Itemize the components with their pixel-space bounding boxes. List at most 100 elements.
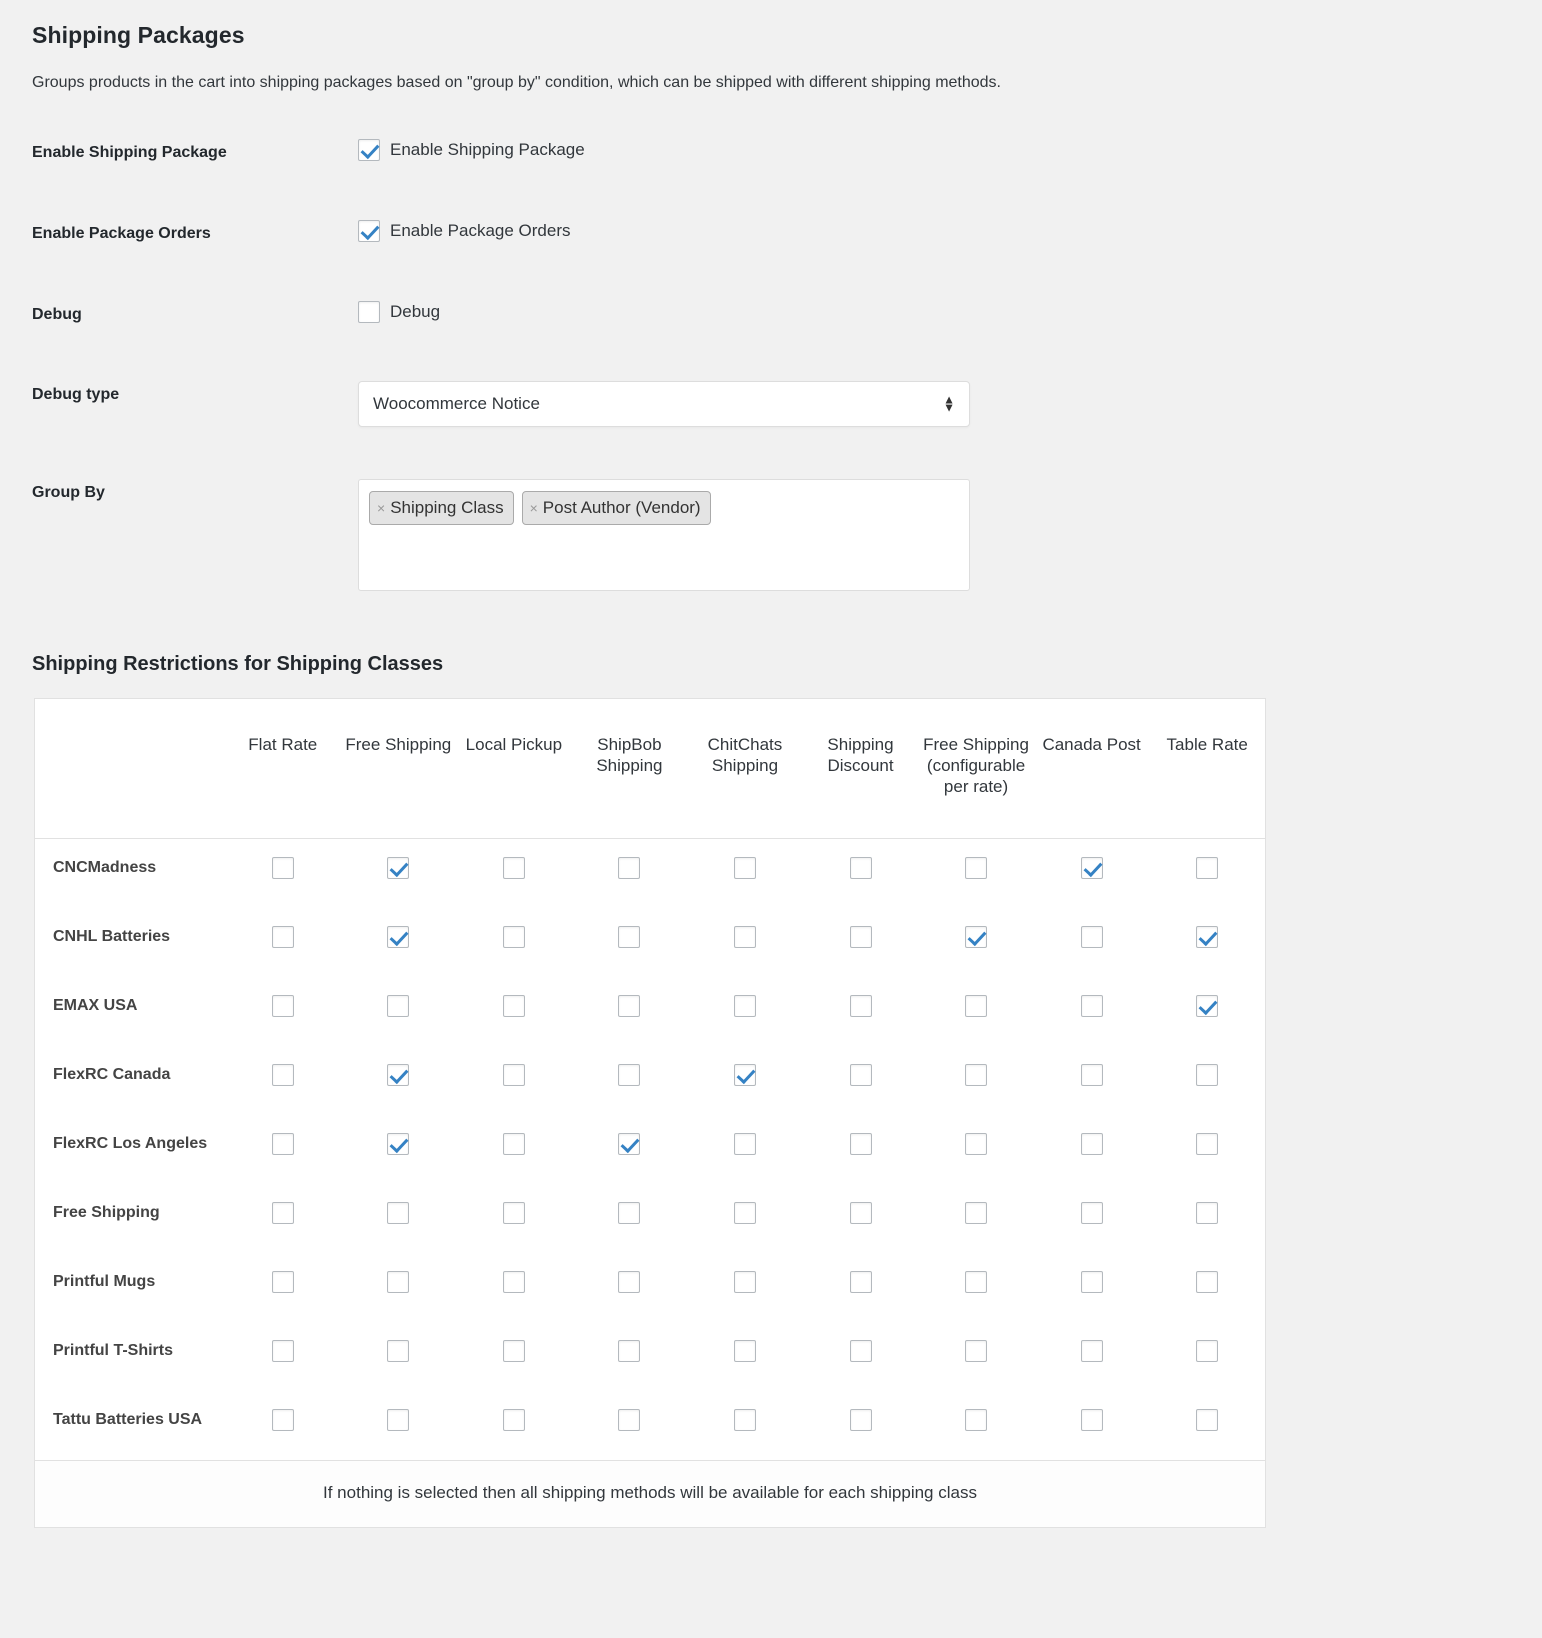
restriction-cell[interactable] <box>456 1184 572 1253</box>
restriction-cell[interactable] <box>341 1046 457 1115</box>
enable-package-orders-control[interactable]: Enable Package Orders <box>358 220 1460 242</box>
restriction-cell[interactable] <box>456 1046 572 1115</box>
restriction-checkbox[interactable] <box>850 995 872 1017</box>
restriction-cell[interactable] <box>918 1115 1034 1184</box>
restriction-checkbox[interactable] <box>734 1064 756 1086</box>
restriction-checkbox[interactable] <box>965 1133 987 1155</box>
restriction-checkbox[interactable] <box>387 1064 409 1086</box>
restriction-cell[interactable] <box>918 1391 1034 1460</box>
restriction-checkbox[interactable] <box>965 1064 987 1086</box>
restriction-cell[interactable] <box>341 908 457 977</box>
restriction-checkbox[interactable] <box>503 1409 525 1431</box>
restriction-cell[interactable] <box>1149 1253 1265 1322</box>
restriction-checkbox[interactable] <box>850 1202 872 1224</box>
restriction-cell[interactable] <box>918 1322 1034 1391</box>
restriction-cell[interactable] <box>1034 838 1150 908</box>
restriction-checkbox[interactable] <box>503 1271 525 1293</box>
restriction-cell[interactable] <box>687 1184 803 1253</box>
restriction-cell[interactable] <box>1034 1322 1150 1391</box>
restriction-cell[interactable] <box>456 1115 572 1184</box>
restriction-cell[interactable] <box>225 1253 341 1322</box>
restriction-checkbox[interactable] <box>387 926 409 948</box>
restriction-checkbox[interactable] <box>503 1133 525 1155</box>
restriction-checkbox[interactable] <box>850 1064 872 1086</box>
restriction-cell[interactable] <box>341 1253 457 1322</box>
restriction-cell[interactable] <box>1034 1184 1150 1253</box>
restriction-cell[interactable] <box>918 1046 1034 1115</box>
restriction-checkbox[interactable] <box>1196 1340 1218 1362</box>
restriction-checkbox[interactable] <box>965 1409 987 1431</box>
restriction-cell[interactable] <box>341 1391 457 1460</box>
restriction-cell[interactable] <box>1149 1322 1265 1391</box>
restriction-checkbox[interactable] <box>387 1409 409 1431</box>
restriction-checkbox[interactable] <box>1196 1133 1218 1155</box>
restriction-cell[interactable] <box>687 1115 803 1184</box>
restriction-checkbox[interactable] <box>503 857 525 879</box>
restriction-checkbox[interactable] <box>734 1271 756 1293</box>
restriction-checkbox[interactable] <box>503 1202 525 1224</box>
enable-package-orders-checkbox[interactable] <box>358 220 380 242</box>
restriction-cell[interactable] <box>572 1115 688 1184</box>
restriction-checkbox[interactable] <box>965 857 987 879</box>
restriction-cell[interactable] <box>687 1046 803 1115</box>
restriction-checkbox[interactable] <box>272 995 294 1017</box>
restriction-cell[interactable] <box>687 977 803 1046</box>
restriction-checkbox[interactable] <box>387 1340 409 1362</box>
restriction-checkbox[interactable] <box>272 1064 294 1086</box>
group-by-tag[interactable]: × Post Author (Vendor) <box>522 491 711 525</box>
restriction-checkbox[interactable] <box>272 1202 294 1224</box>
restriction-cell[interactable] <box>225 908 341 977</box>
restriction-cell[interactable] <box>803 838 919 908</box>
restriction-checkbox[interactable] <box>387 995 409 1017</box>
restriction-checkbox[interactable] <box>618 1064 640 1086</box>
restriction-cell[interactable] <box>572 1184 688 1253</box>
restriction-checkbox[interactable] <box>272 1340 294 1362</box>
restriction-cell[interactable] <box>803 1184 919 1253</box>
restriction-checkbox[interactable] <box>618 1340 640 1362</box>
debug-checkbox[interactable] <box>358 301 380 323</box>
restriction-cell[interactable] <box>572 977 688 1046</box>
restriction-checkbox[interactable] <box>618 1202 640 1224</box>
restriction-cell[interactable] <box>456 838 572 908</box>
restriction-checkbox[interactable] <box>272 857 294 879</box>
restriction-checkbox[interactable] <box>1081 1409 1103 1431</box>
restriction-cell[interactable] <box>1149 1115 1265 1184</box>
restriction-checkbox[interactable] <box>965 1340 987 1362</box>
restriction-cell[interactable] <box>1034 977 1150 1046</box>
restriction-cell[interactable] <box>1149 1391 1265 1460</box>
restriction-checkbox[interactable] <box>503 1340 525 1362</box>
restriction-cell[interactable] <box>1149 977 1265 1046</box>
restriction-cell[interactable] <box>572 1391 688 1460</box>
restriction-checkbox[interactable] <box>1081 1271 1103 1293</box>
restriction-checkbox[interactable] <box>1196 1271 1218 1293</box>
restriction-checkbox[interactable] <box>734 1202 756 1224</box>
restriction-checkbox[interactable] <box>965 1202 987 1224</box>
restriction-checkbox[interactable] <box>734 1340 756 1362</box>
restriction-checkbox[interactable] <box>734 1409 756 1431</box>
restriction-checkbox[interactable] <box>272 1271 294 1293</box>
restriction-cell[interactable] <box>225 1391 341 1460</box>
restriction-checkbox[interactable] <box>1081 1202 1103 1224</box>
restriction-cell[interactable] <box>687 1322 803 1391</box>
restriction-checkbox[interactable] <box>965 1271 987 1293</box>
remove-tag-icon[interactable]: × <box>377 500 385 516</box>
restriction-cell[interactable] <box>456 1391 572 1460</box>
debug-control[interactable]: Debug <box>358 301 1460 323</box>
restriction-cell[interactable] <box>1034 908 1150 977</box>
restriction-checkbox[interactable] <box>850 1340 872 1362</box>
restriction-cell[interactable] <box>687 1391 803 1460</box>
restriction-checkbox[interactable] <box>734 1133 756 1155</box>
restriction-cell[interactable] <box>456 977 572 1046</box>
restriction-checkbox[interactable] <box>850 1409 872 1431</box>
restriction-checkbox[interactable] <box>850 1133 872 1155</box>
restriction-checkbox[interactable] <box>850 926 872 948</box>
restriction-checkbox[interactable] <box>1196 1409 1218 1431</box>
restriction-checkbox[interactable] <box>1081 1133 1103 1155</box>
restriction-cell[interactable] <box>1149 908 1265 977</box>
restriction-checkbox[interactable] <box>850 1271 872 1293</box>
restriction-cell[interactable] <box>1149 1046 1265 1115</box>
restriction-checkbox[interactable] <box>1081 926 1103 948</box>
restriction-checkbox[interactable] <box>618 1133 640 1155</box>
enable-shipping-package-checkbox[interactable] <box>358 139 380 161</box>
restriction-cell[interactable] <box>1149 1184 1265 1253</box>
